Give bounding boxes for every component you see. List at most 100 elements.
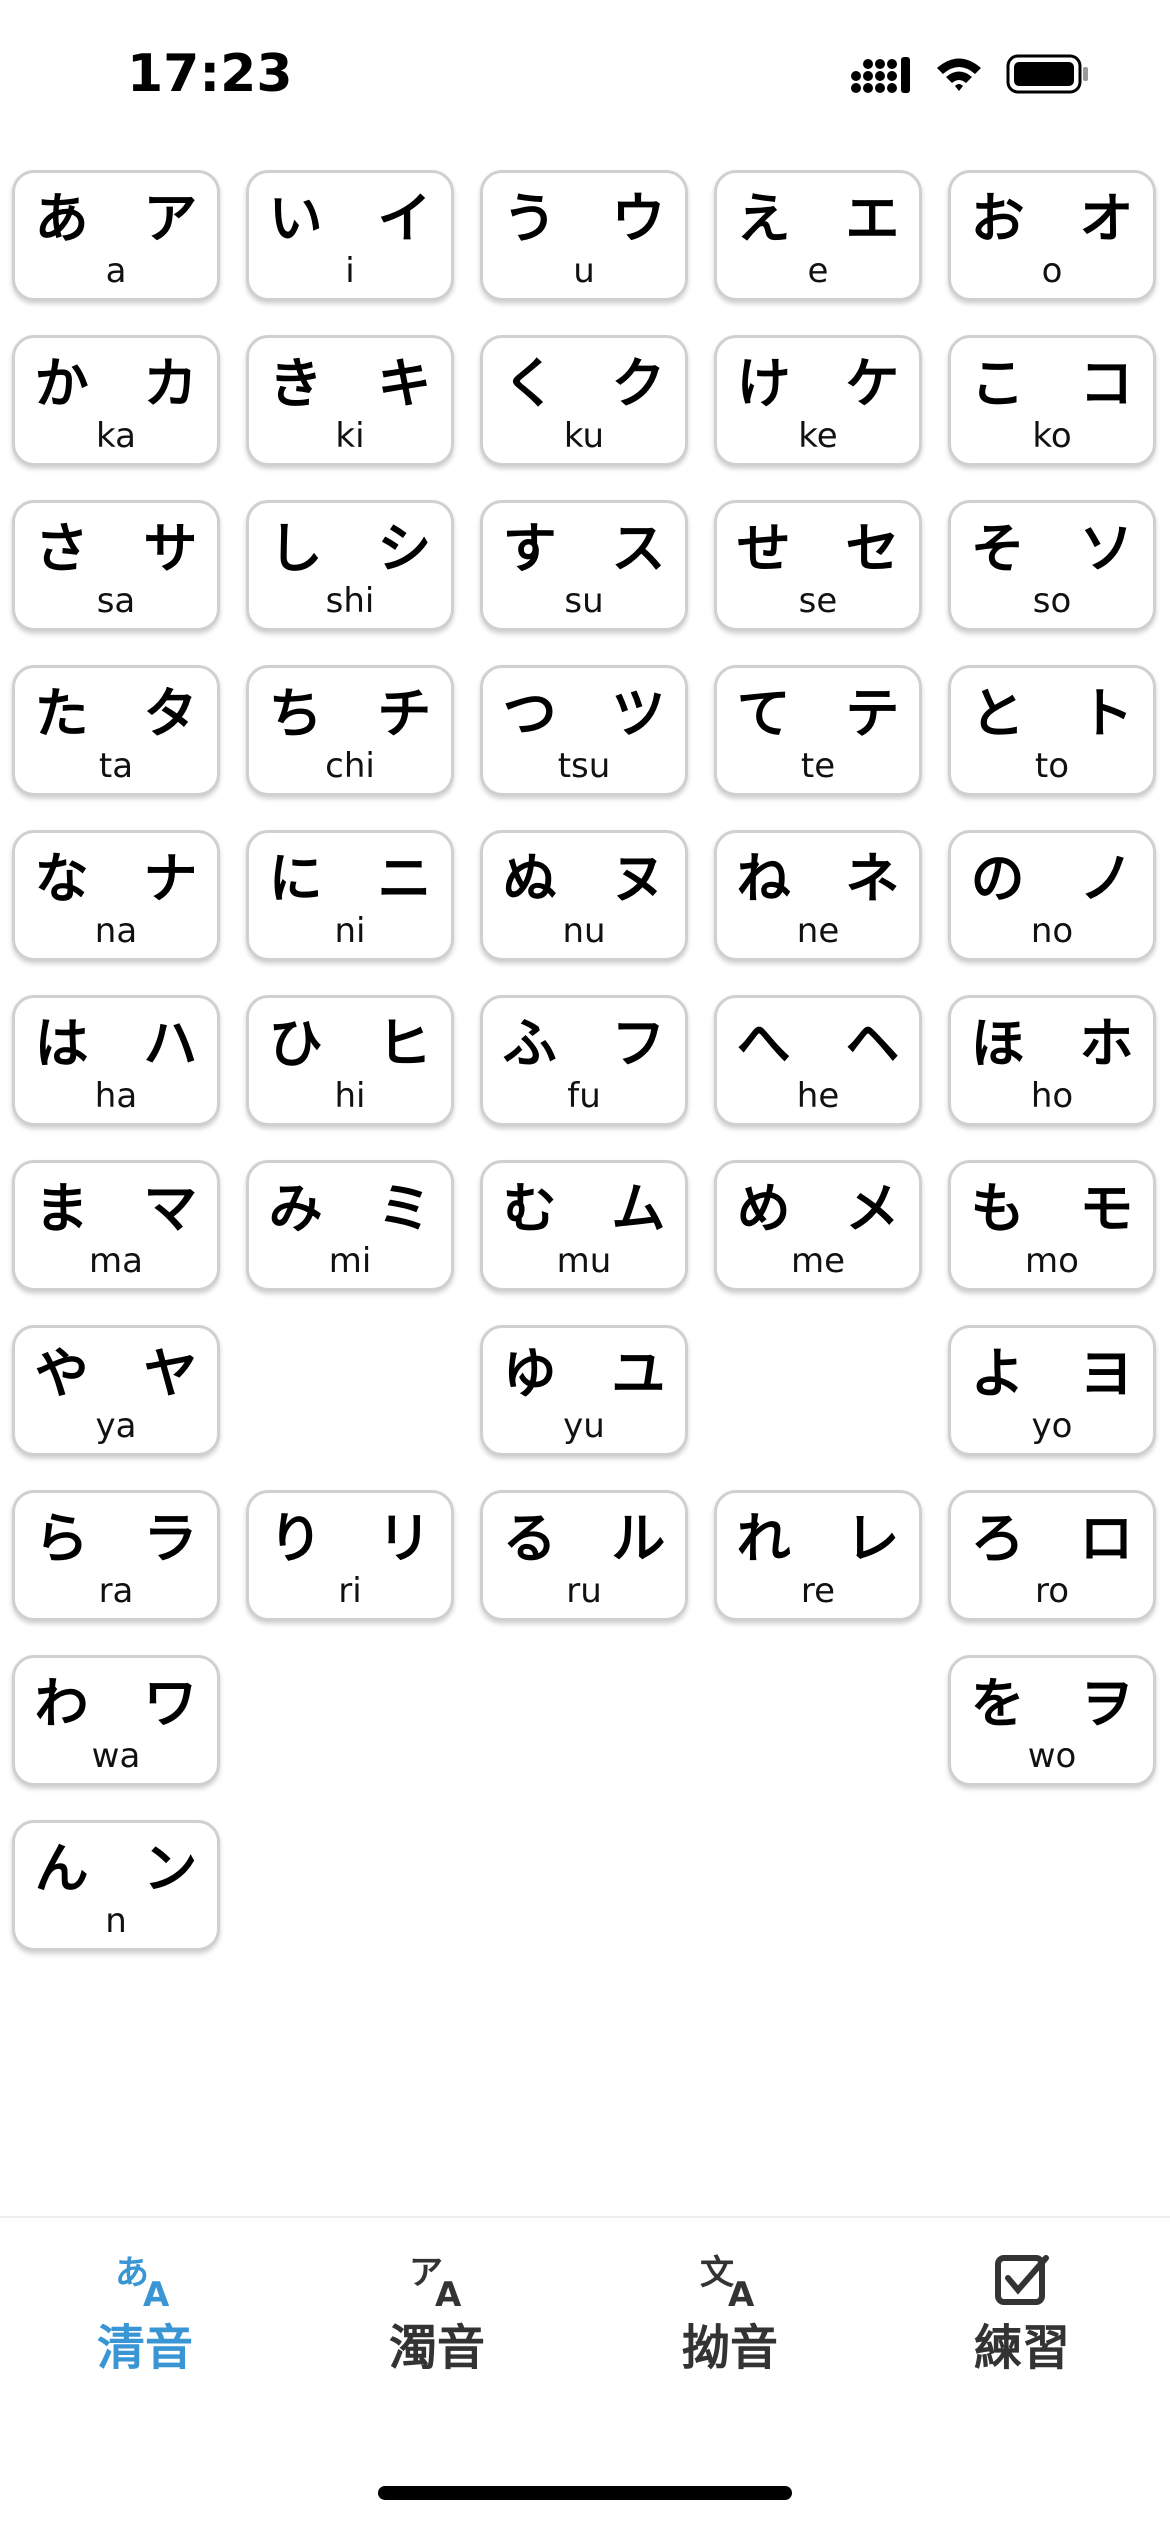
- kana-card[interactable]: く ク ku: [480, 335, 688, 466]
- kana-characters: ま マ: [34, 1176, 216, 1240]
- kana-romaji: ru: [566, 1571, 602, 1611]
- kana-card[interactable]: り リ ri: [246, 1490, 454, 1621]
- status-bar: 17:23: [0, 0, 1170, 150]
- kana-romaji: yu: [563, 1406, 605, 1446]
- kana-characters: ね ネ: [736, 846, 918, 910]
- status-icons: [850, 54, 1090, 94]
- kana-card[interactable]: す ス su: [480, 500, 688, 631]
- kana-card[interactable]: と ト to: [948, 665, 1156, 796]
- kana-card[interactable]: け ケ ke: [714, 335, 922, 466]
- hiragana-icon: あ A: [115, 2253, 170, 2312]
- kana-characters: い イ: [268, 186, 450, 250]
- kana-romaji: ya: [95, 1406, 137, 1446]
- kana-romaji: a: [105, 251, 127, 291]
- kana-card[interactable]: た タ ta: [12, 665, 220, 796]
- kana-card[interactable]: め メ me: [714, 1160, 922, 1291]
- kana-card[interactable]: え エe: [714, 170, 922, 301]
- kana-romaji: ha: [94, 1076, 138, 1116]
- kana-card[interactable]: む ム mu: [480, 1160, 688, 1291]
- kana-card[interactable]: よ ヨ yo: [948, 1325, 1156, 1456]
- kana-card[interactable]: や ヤ ya: [12, 1325, 220, 1456]
- kana-card[interactable]: う ウu: [480, 170, 688, 301]
- tab-label: 練習: [973, 2320, 1070, 2376]
- kana-card[interactable]: を ヲ wo: [948, 1655, 1156, 1786]
- kana-romaji: ta: [98, 746, 134, 786]
- kana-romaji: mu: [556, 1241, 612, 1281]
- kana-characters: ち チ: [268, 681, 450, 745]
- kana-card[interactable]: に ニ ni: [246, 830, 454, 961]
- kana-card[interactable]: ふ フ fu: [480, 995, 688, 1126]
- kana-romaji: i: [345, 251, 355, 291]
- empty-cell: [714, 1820, 922, 1951]
- kana-romaji: re: [800, 1571, 836, 1611]
- kana-characters: り リ: [268, 1506, 450, 1570]
- kana-characters: ゆ ユ: [502, 1341, 684, 1405]
- kana-card[interactable]: ち チ chi: [246, 665, 454, 796]
- kana-characters: う ウ: [502, 186, 684, 250]
- tab-seion[interactable]: あ A 清音: [35, 2248, 255, 2398]
- kana-card[interactable]: か カ ka: [12, 335, 220, 466]
- kana-card[interactable]: な ナ na: [12, 830, 220, 961]
- kana-characters: え エ: [736, 186, 918, 250]
- kana-characters: め メ: [736, 1176, 918, 1240]
- empty-cell: [480, 1820, 688, 1951]
- kana-characters: に ニ: [268, 846, 450, 910]
- kana-romaji: ko: [1032, 416, 1072, 456]
- kana-card[interactable]: ゆ ユ yu: [480, 1325, 688, 1456]
- kana-card[interactable]: る ル ru: [480, 1490, 688, 1621]
- kana-card[interactable]: せ セ se: [714, 500, 922, 631]
- kana-card[interactable]: は ハ ha: [12, 995, 220, 1126]
- kana-romaji: su: [564, 581, 604, 621]
- kana-romaji: se: [798, 581, 838, 621]
- kana-romaji: shi: [325, 581, 375, 621]
- kana-romaji: yo: [1031, 1406, 1073, 1446]
- kana-romaji: hi: [334, 1076, 366, 1116]
- kana-characters: る ル: [502, 1506, 684, 1570]
- kana-romaji: ho: [1030, 1076, 1074, 1116]
- kana-card[interactable]: の ノ no: [948, 830, 1156, 961]
- kana-characters: を ヲ: [970, 1671, 1152, 1735]
- kana-card[interactable]: こ コ ko: [948, 335, 1156, 466]
- kana-romaji: tsu: [557, 746, 611, 786]
- kana-romaji: wo: [1027, 1736, 1077, 1776]
- kana-romaji: ra: [98, 1571, 134, 1611]
- kana-card[interactable]: み ミ mi: [246, 1160, 454, 1291]
- kana-characters: ぬ ヌ: [502, 846, 684, 910]
- kana-card[interactable]: き キ ki: [246, 335, 454, 466]
- kana-card[interactable]: わ ワ wa: [12, 1655, 220, 1786]
- kana-card[interactable]: ろ ロ ro: [948, 1490, 1156, 1621]
- kana-card[interactable]: ま マ ma: [12, 1160, 220, 1291]
- kana-characters: も モ: [970, 1176, 1152, 1240]
- kana-characters: ふ フ: [502, 1011, 684, 1075]
- kana-card[interactable]: ほ ホ ho: [948, 995, 1156, 1126]
- kana-characters: せ セ: [736, 516, 918, 580]
- kana-characters: は ハ: [34, 1011, 216, 1075]
- kana-romaji: ma: [89, 1241, 143, 1281]
- kana-card[interactable]: し シ shi: [246, 500, 454, 631]
- kana-card[interactable]: れ レ re: [714, 1490, 922, 1621]
- kana-card[interactable]: へ ヘ he: [714, 995, 922, 1126]
- kana-card[interactable]: そ ソ so: [948, 500, 1156, 631]
- kana-card[interactable]: お オo: [948, 170, 1156, 301]
- kana-card[interactable]: ひ ヒ hi: [246, 995, 454, 1126]
- kana-card[interactable]: つ ツ tsu: [480, 665, 688, 796]
- tab-dakuon[interactable]: ア A 濁音: [327, 2248, 547, 2398]
- kana-characters: な ナ: [34, 846, 216, 910]
- kana-card[interactable]: あ アa: [12, 170, 220, 301]
- kana-romaji: he: [796, 1076, 840, 1116]
- kana-romaji: ro: [1034, 1571, 1070, 1611]
- kana-card[interactable]: も モ mo: [948, 1160, 1156, 1291]
- kana-romaji: na: [94, 911, 138, 951]
- kana-characters: く ク: [502, 351, 684, 415]
- kana-card[interactable]: ら ラ ra: [12, 1490, 220, 1621]
- kana-card[interactable]: て テ te: [714, 665, 922, 796]
- kana-characters: す ス: [502, 516, 684, 580]
- tab-youon[interactable]: 文 A 拗音: [620, 2248, 840, 2398]
- kana-card[interactable]: ぬ ヌ nu: [480, 830, 688, 961]
- kana-card[interactable]: い イi: [246, 170, 454, 301]
- kana-card[interactable]: ね ネ ne: [714, 830, 922, 961]
- kana-card[interactable]: ん ンn: [12, 1820, 220, 1951]
- svg-text:A: A: [435, 2275, 462, 2312]
- tab-practice[interactable]: 練習: [912, 2248, 1132, 2398]
- kana-card[interactable]: さ サ sa: [12, 500, 220, 631]
